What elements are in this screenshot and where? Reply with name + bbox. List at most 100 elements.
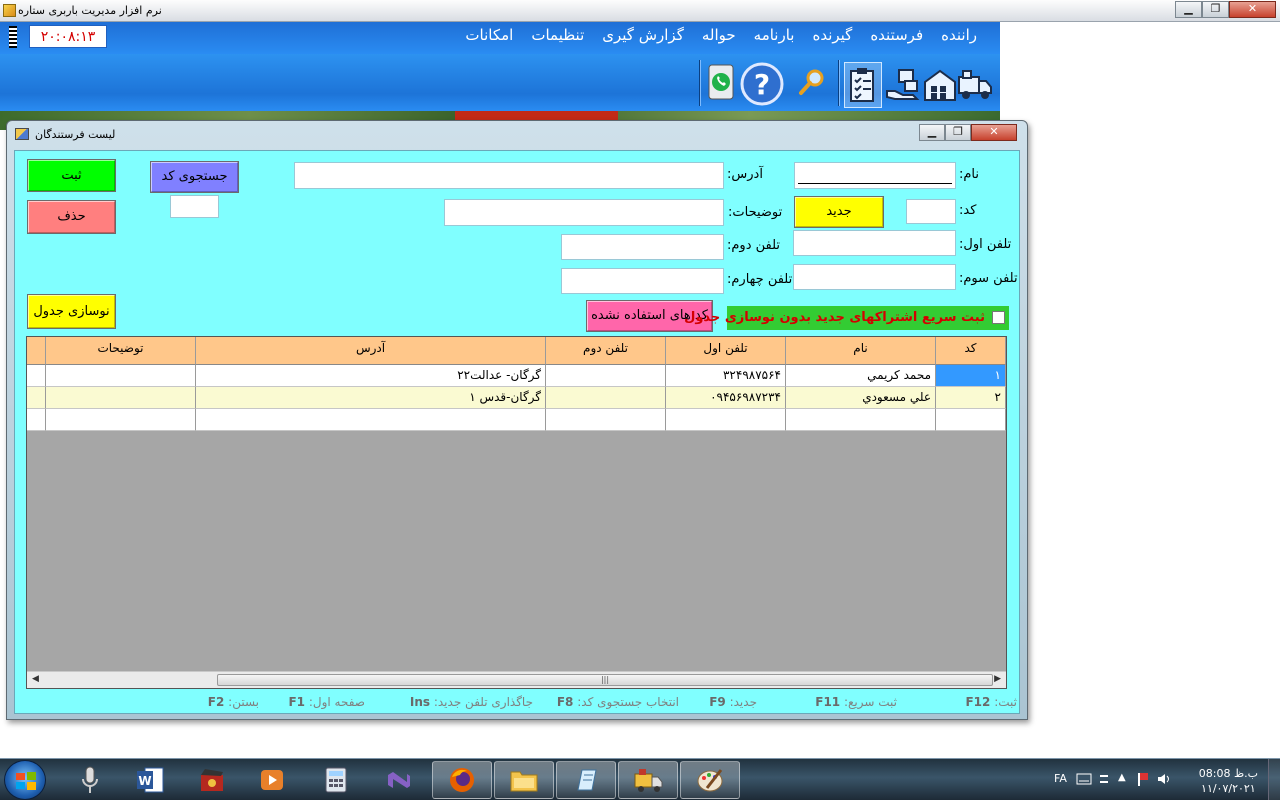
language-indicator[interactable]: FA [1054,772,1067,785]
menu-features[interactable]: امکانات [456,26,522,44]
menu-driver[interactable]: راننده [932,26,986,44]
flag-alert-icon[interactable] [1136,771,1150,787]
cell-code[interactable]: ۱ [936,365,1006,387]
scroll-left-icon[interactable]: ◀ [32,674,39,684]
shortcut-home: صفحه اول: F1 [288,695,365,709]
col-header-code[interactable]: کد [936,337,1006,365]
shortcut-hints: ثبت: F12 ثبت سریع: F11 جدید: F9 انتخاب ج… [23,695,1019,711]
save-button[interactable]: ثبت [27,159,116,192]
search-code-button[interactable]: جستجوی کد [150,161,239,193]
quick-save-option[interactable]: ثبت سریع اشتراکهای جدید بدون نوسازی جدول [684,306,1009,330]
cell-name[interactable] [786,409,936,431]
quick-save-checkbox[interactable] [992,311,1005,324]
col-header-description[interactable]: توضیحات [46,337,196,365]
menu-receiver[interactable]: گیرنده [803,26,861,44]
menu-remittance[interactable]: حواله [693,26,745,44]
menu-settings[interactable]: تنظیمات [522,26,593,44]
row-header[interactable] [27,409,46,431]
cell-description[interactable] [46,365,196,387]
row-header[interactable] [27,365,46,387]
col-header-name[interactable]: نام [786,337,936,365]
phone2-input[interactable] [561,234,724,260]
description-input[interactable] [444,199,724,226]
menu-reports[interactable]: گزارش گیری [593,26,693,44]
new-button[interactable]: جدید [794,196,884,228]
senders-grid[interactable]: کد نام تلفن اول تلفن دوم آدرس توضیحات ۱ … [26,336,1007,689]
cell-description[interactable] [46,387,196,409]
cell-name[interactable]: علي مسعودي [786,387,936,409]
address-input[interactable] [294,162,724,189]
phone4-input[interactable] [561,268,724,294]
warehouse-icon[interactable] [922,62,958,108]
cargo-app-icon[interactable] [618,761,678,799]
cell-address[interactable]: گرگان-قدس ۱ [196,387,546,409]
cell-description[interactable] [46,409,196,431]
menubar: ۲۰:۰۸:۱۳ راننده فرستنده گیرنده بارنامه ح… [0,22,1000,54]
phone3-input[interactable] [793,264,956,290]
dialog-minimize-button[interactable]: ▁ [919,124,945,141]
phone-icon[interactable] [706,62,736,102]
clipboard-checklist-icon[interactable] [844,62,882,108]
volume-icon[interactable] [1156,772,1172,786]
cell-phone1[interactable] [666,409,786,431]
cell-name[interactable]: محمد كريمي [786,365,936,387]
name-input[interactable] [794,162,956,189]
refresh-table-button[interactable]: نوسازی جدول [27,294,116,329]
delete-button[interactable]: حذف [27,200,116,234]
restore-button[interactable]: ❐ [1202,1,1229,18]
sync-icon[interactable] [1098,772,1110,786]
word-icon[interactable]: W [120,761,180,799]
cell-address[interactable]: گرگان- عدالت۲۲ [196,365,546,387]
show-desktop-button[interactable] [1268,759,1280,800]
col-header-phone1[interactable]: تلفن اول [666,337,786,365]
cell-phone2[interactable] [546,409,666,431]
code-input[interactable] [906,199,956,224]
help-icon[interactable]: ? [740,62,784,106]
close-button[interactable]: ✕ [1229,1,1276,18]
menu-waybill[interactable]: بارنامه [745,26,804,44]
phone1-input[interactable] [793,230,956,256]
menu-sender[interactable]: فرستنده [861,26,932,44]
shortcut-key: F11 [815,695,841,709]
search-code-input[interactable] [170,195,219,218]
truck-icon[interactable] [956,62,994,108]
video-editor-icon[interactable] [182,761,242,799]
dialog-close-button[interactable]: ✕ [971,124,1017,141]
microphone-icon[interactable] [60,761,120,799]
cell-code[interactable] [936,409,1006,431]
firefox-icon[interactable] [432,761,492,799]
col-header-phone2[interactable]: تلفن دوم [546,337,666,365]
file-explorer-icon[interactable] [494,761,554,799]
dialog-maximize-button[interactable]: ❐ [945,124,971,141]
minimize-button[interactable]: ▁ [1175,1,1202,18]
menubar-grip[interactable] [9,26,17,48]
col-header-address[interactable]: آدرس [196,337,546,365]
cell-phone1[interactable]: ۰۹۴۵۶۹۸۷۲۳۴ [666,387,786,409]
dialog-title: لیست فرستندگان [35,128,116,141]
table-row[interactable]: ۱ محمد كريمي ۳۲۴۹۸۷۵۶۴ گرگان- عدالت۲۲ [27,365,1006,387]
table-row[interactable]: ۲ علي مسعودي ۰۹۴۵۶۹۸۷۲۳۴ گرگان-قدس ۱ [27,387,1006,409]
search-icon[interactable] [796,62,828,102]
system-tray: FA ▲ 08:08 ب.ظ ۱۱/۰۷/۲۰۲۱ [1040,759,1280,800]
horizontal-scrollbar[interactable]: ◀ ||| ▶ [27,671,1006,688]
cell-phone2[interactable] [546,365,666,387]
cell-address[interactable] [196,409,546,431]
keyboard-icon[interactable] [1076,773,1092,785]
toolbar: ? [0,54,1000,111]
tray-clock[interactable]: 08:08 ب.ظ ۱۱/۰۷/۲۰۲۱ [1199,766,1258,796]
hand-boxes-icon[interactable] [884,62,922,108]
row-header[interactable] [27,387,46,409]
media-player-icon[interactable] [242,761,302,799]
notepad-icon[interactable] [556,761,616,799]
cell-phone2[interactable] [546,387,666,409]
table-row-new[interactable] [27,409,1006,431]
cell-phone1[interactable]: ۳۲۴۹۸۷۵۶۴ [666,365,786,387]
scroll-right-icon[interactable]: ▶ [994,674,1001,684]
calculator-icon[interactable] [306,761,366,799]
cell-code[interactable]: ۲ [936,387,1006,409]
scroll-thumb[interactable]: ||| [217,674,993,686]
paint-icon[interactable] [680,761,740,799]
visual-studio-icon[interactable] [368,761,428,799]
start-button[interactable] [4,760,46,800]
tray-expand-icon[interactable]: ▲ [1118,772,1126,783]
